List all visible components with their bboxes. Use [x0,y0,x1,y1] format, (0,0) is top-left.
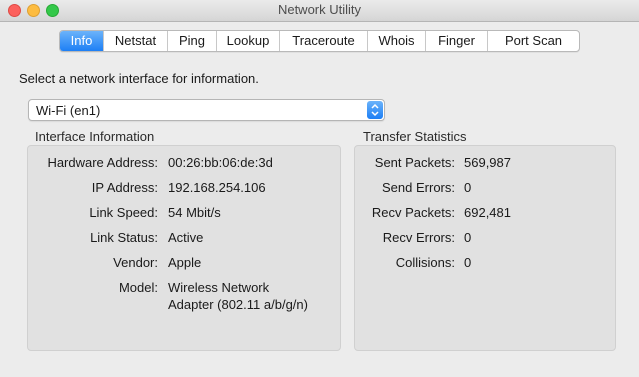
stats-label: Recv Errors: [382,230,455,245]
interface-info-title: Interface Information [35,129,155,144]
tab-lookup[interactable]: Lookup [217,31,280,51]
stats-value: 0 [464,180,472,195]
transfer-stats-panel: Sent Packets: 569,987 Send Errors: 0 Rec… [354,145,616,351]
interface-select[interactable]: Wi-Fi (en1) [28,99,385,121]
info-label: IP Address: [91,180,158,195]
interface-info-panel: Hardware Address: 00:26:bb:06:de:3d IP A… [27,145,341,351]
stats-value: 0 [464,255,472,270]
stats-row-send-errors: Send Errors: 0 [355,180,617,196]
info-value: 54 Mbit/s [168,205,221,220]
stats-label: Send Errors: [382,180,455,195]
stats-label: Sent Packets: [374,155,455,170]
interface-select-value: Wi-Fi (en1) [36,103,101,118]
stats-value: 569,987 [464,155,511,170]
tab-whois[interactable]: Whois [368,31,426,51]
window-title: Network Utility [277,2,362,17]
info-label: Link Status: [90,230,158,245]
stats-row-recv-packets: Recv Packets: 692,481 [355,205,617,221]
info-value: Wireless Network [168,280,270,295]
info-row-link-status: Link Status: Active [28,230,342,246]
stats-value: 692,481 [464,205,511,220]
info-value: 00:26:bb:06:de:3d [168,155,273,170]
title-bar: Network Utility [0,0,639,22]
info-value: Active [168,230,204,245]
tab-finger[interactable]: Finger [426,31,488,51]
up-down-chevron-icon [367,101,383,119]
info-row-vendor: Vendor: Apple [28,255,342,271]
info-value: Apple [168,255,202,270]
info-row-link-speed: Link Speed: 54 Mbit/s [28,205,342,221]
info-row-model: Model: Wireless Network Adapter (802.11 … [28,280,342,314]
tab-port-scan[interactable]: Port Scan [488,31,579,51]
stats-value: 0 [464,230,472,245]
stats-label: Collisions: [395,255,455,270]
info-label: Vendor: [113,255,158,270]
info-label: Model: [118,280,158,295]
tab-ping[interactable]: Ping [168,31,217,51]
main-content: Info Netstat Ping Lookup Traceroute Whoi… [0,23,639,377]
tab-info[interactable]: Info [60,31,104,51]
stats-label: Recv Packets: [371,205,455,220]
stats-row-recv-errors: Recv Errors: 0 [355,230,617,246]
info-label: Hardware Address: [47,155,158,170]
tab-traceroute[interactable]: Traceroute [280,31,368,51]
tab-netstat[interactable]: Netstat [104,31,168,51]
transfer-stats-title: Transfer Statistics [363,129,467,144]
info-row-hardware-address: Hardware Address: 00:26:bb:06:de:3d [28,155,342,171]
info-label: Link Speed: [89,205,158,220]
stats-row-collisions: Collisions: 0 [355,255,617,271]
interface-prompt: Select a network interface for informati… [19,71,259,86]
info-value-line-2: Adapter (802.11 a/b/g/n) [168,297,308,312]
stats-row-sent-packets: Sent Packets: 569,987 [355,155,617,171]
tab-bar: Info Netstat Ping Lookup Traceroute Whoi… [59,30,580,52]
info-row-ip-address: IP Address: 192.168.254.106 [28,180,342,196]
info-value: 192.168.254.106 [168,180,266,195]
